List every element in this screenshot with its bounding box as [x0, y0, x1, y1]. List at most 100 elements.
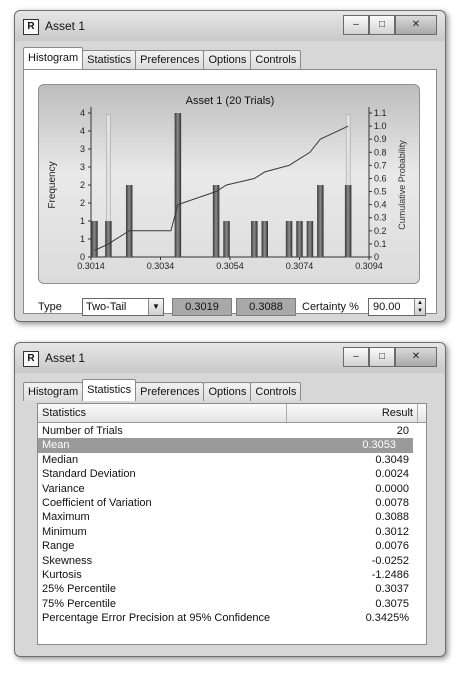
- stat-result: 0.0078: [375, 497, 409, 509]
- tab-options[interactable]: Options: [203, 50, 252, 69]
- table-row[interactable]: Standard Deviation 0.0024: [38, 467, 426, 481]
- stat-name: Coefficient of Variation: [42, 497, 152, 509]
- table-row[interactable]: Mean 0.3053: [38, 438, 413, 453]
- stat-name: Standard Deviation: [42, 468, 136, 481]
- histogram-bar: [251, 221, 258, 257]
- stat-result: 0.0024: [375, 468, 409, 481]
- y2-tick-label: 1.0: [374, 121, 387, 131]
- tab-preferences[interactable]: Preferences: [135, 50, 205, 69]
- tab-histogram[interactable]: Histogram: [23, 382, 84, 401]
- histogram-bar: [261, 221, 268, 257]
- title-bar[interactable]: R Asset 1 – □ ✕: [15, 11, 445, 41]
- table-row[interactable]: Kurtosis -1.2486: [38, 568, 426, 582]
- type-select-value: Two-Tail: [86, 301, 127, 313]
- table-row[interactable]: Maximum 0.3088: [38, 510, 426, 524]
- histogram-bar: [306, 221, 314, 257]
- x-tick-label: 0.3094: [355, 261, 383, 271]
- stat-result: 0.3088: [375, 511, 409, 524]
- stat-result: 0.3049: [375, 453, 409, 466]
- stat-result: -1.2486: [371, 569, 409, 581]
- tab-statistics[interactable]: Statistics: [82, 50, 137, 69]
- x-tick-label: 0.3054: [216, 261, 244, 271]
- stat-result: 20: [396, 425, 409, 437]
- table-row[interactable]: 75% Percentile 0.3075: [38, 597, 426, 611]
- minimize-icon[interactable]: –: [343, 347, 369, 367]
- y2-tick-label: 0.8: [374, 147, 387, 157]
- y-tick-label: 4: [80, 126, 85, 136]
- maximize-icon[interactable]: □: [369, 347, 395, 367]
- minimize-icon[interactable]: –: [343, 15, 369, 35]
- certainty-controls: Type Two-Tail ▼ 0.3019 0.3088 Certainty …: [32, 298, 427, 318]
- tab-strip: Histogram Statistics Preferences Options…: [23, 47, 302, 69]
- close-icon[interactable]: ✕: [395, 347, 437, 367]
- window-controls: – □ ✕: [343, 347, 437, 367]
- chart-frame: 0 1 1 2 2 3 3 4 4 0 0.1 0.2 0.3 0.4 0.5 0.6 0.7 0.8 0.9 1.0…: [38, 84, 420, 284]
- histogram-bar: [125, 185, 133, 257]
- certainty-input[interactable]: 90.00 ▲ ▼: [368, 298, 426, 316]
- certainty-value: 90.00: [373, 301, 401, 313]
- y-tick-label: 1: [80, 234, 85, 244]
- type-label: Type: [38, 301, 62, 313]
- histogram-bar: [91, 221, 98, 257]
- table-row[interactable]: Skewness -0.0252: [38, 554, 426, 568]
- histogram-bar: [296, 221, 303, 257]
- table-row[interactable]: Coefficient of Variation 0.0078: [38, 496, 426, 510]
- statistics-window: R Asset 1 – □ ✕ Histogram Statistics Pre…: [14, 342, 446, 657]
- table-row[interactable]: Median 0.3049: [38, 453, 426, 467]
- table-row[interactable]: Percentage Error Precision at 95% Confid…: [38, 611, 426, 625]
- y2-tick-label: 1.1: [374, 108, 387, 118]
- histogram-chart: 01122334400.10.20.30.40.50.60.70.80.91.0…: [47, 95, 407, 271]
- window-title: Asset 1: [45, 19, 86, 33]
- histogram-bar: [223, 221, 230, 257]
- y2-tick-label: 0.7: [374, 160, 387, 170]
- y-tick-label: 4: [80, 108, 85, 118]
- chevron-down-icon[interactable]: ▼: [148, 299, 163, 315]
- table-row[interactable]: Number of Trials 20: [38, 424, 426, 438]
- x-tick-label: 0.3034: [147, 261, 175, 271]
- chart-title: Asset 1 (20 Trials): [186, 95, 275, 107]
- stat-name: Percentage Error Precision at 95% Confid…: [42, 612, 271, 625]
- maximize-icon[interactable]: □: [369, 15, 395, 35]
- tab-options[interactable]: Options: [203, 382, 252, 401]
- upper-bound-field[interactable]: 0.3088: [236, 298, 296, 316]
- stat-name: 75% Percentile: [42, 597, 116, 610]
- window-title: Asset 1: [45, 351, 86, 365]
- y2-tick-label: 0.5: [374, 187, 387, 197]
- tab-preferences[interactable]: Preferences: [135, 382, 205, 401]
- lower-bound-field[interactable]: 0.3019: [172, 298, 232, 316]
- tab-statistics[interactable]: Statistics: [82, 379, 137, 401]
- stat-name: Skewness: [42, 554, 93, 567]
- table-row[interactable]: 25% Percentile 0.3037: [38, 582, 426, 596]
- app-icon: R: [23, 351, 39, 367]
- stat-result: -0.0252: [371, 554, 409, 567]
- y-axis-label: Frequency: [47, 161, 58, 208]
- table-row[interactable]: Range 0.0076: [38, 539, 426, 553]
- app-icon: R: [23, 19, 39, 35]
- certainty-label: Certainty %: [302, 301, 359, 313]
- title-bar[interactable]: R Asset 1 – □ ✕: [15, 343, 445, 373]
- column-header-result[interactable]: Result: [287, 404, 418, 422]
- tab-histogram[interactable]: Histogram: [23, 47, 84, 69]
- tab-controls[interactable]: Controls: [250, 382, 302, 401]
- stat-name: Minimum: [42, 525, 87, 538]
- stat-name: Maximum: [42, 511, 90, 524]
- table-row[interactable]: Minimum 0.3012: [38, 525, 426, 539]
- stat-result: 0.3053: [362, 439, 396, 452]
- histogram-panel: 0 1 1 2 2 3 3 4 4 0 0.1 0.2 0.3 0.4 0.5 0.6 0.7 0.8 0.9 1.0…: [23, 69, 437, 316]
- stat-result: 0.3075: [375, 597, 409, 610]
- type-select[interactable]: Two-Tail ▼: [82, 298, 164, 316]
- stat-name: 25% Percentile: [42, 583, 116, 596]
- statistics-panel: Statistics Result Number of Trials 20 Mean…: [37, 403, 427, 645]
- spinner-icon[interactable]: ▲ ▼: [414, 299, 425, 315]
- histogram-window: R Asset 1 – □ ✕ Histogram Statistics Pre…: [14, 10, 446, 322]
- stat-result: 0.3425%: [365, 612, 409, 625]
- close-icon[interactable]: ✕: [395, 15, 437, 35]
- y2-tick-label: 0.4: [374, 200, 387, 210]
- y2-axis-label: Cumulative Probability: [397, 140, 407, 230]
- column-header-statistics[interactable]: Statistics: [38, 404, 287, 422]
- histogram-bar: [317, 185, 324, 257]
- y2-tick-label: 0.6: [374, 173, 387, 183]
- tab-controls[interactable]: Controls: [250, 50, 302, 69]
- stat-result: 0.3037: [375, 583, 409, 596]
- table-row[interactable]: Variance 0.0000: [38, 482, 426, 496]
